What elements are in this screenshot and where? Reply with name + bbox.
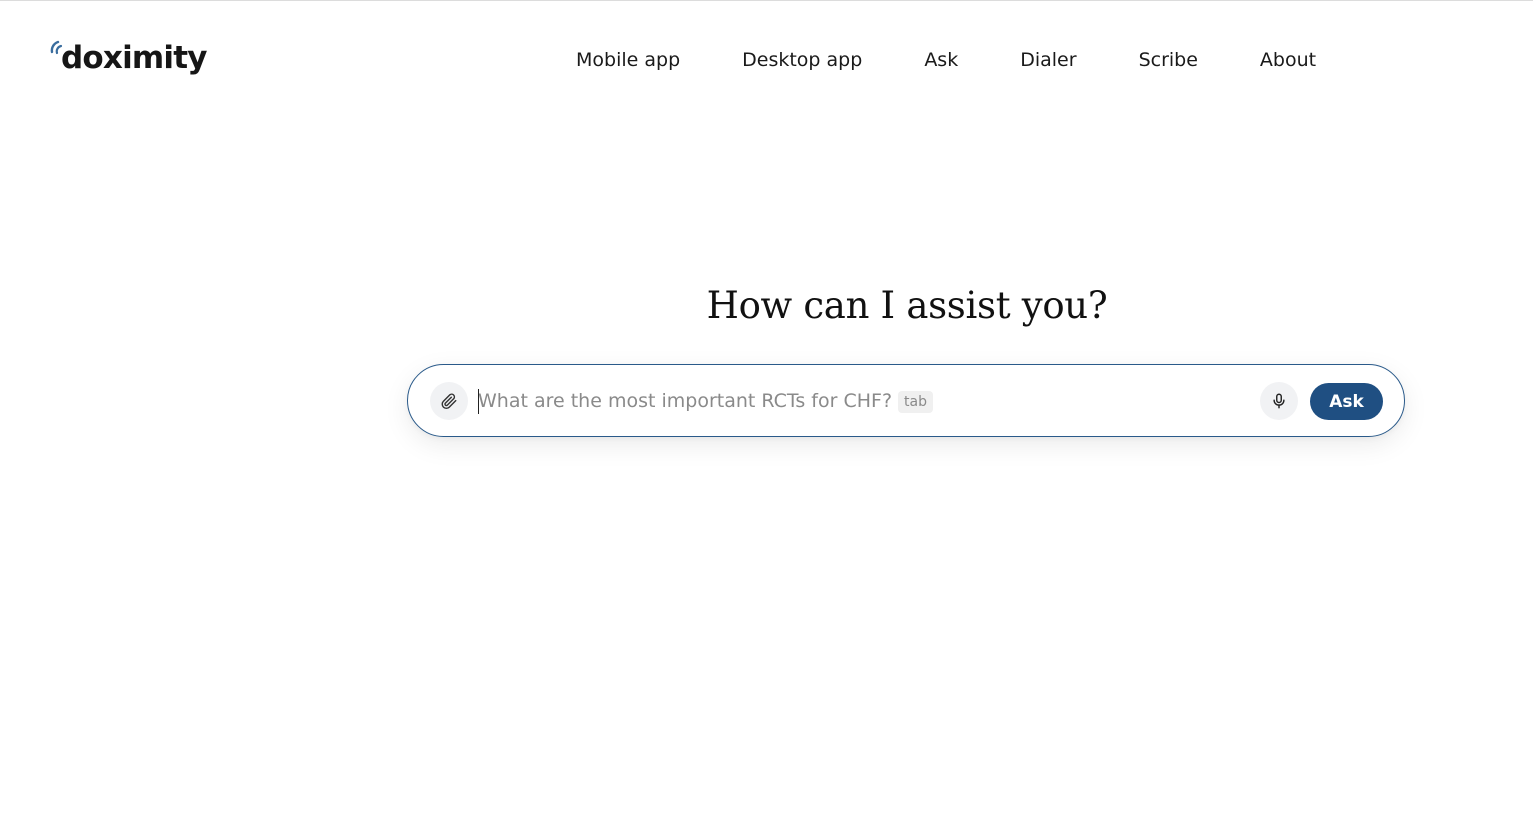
ask-input[interactable] [478,383,918,419]
voice-input-button[interactable] [1260,382,1298,420]
nav-item-about[interactable]: About [1260,46,1316,74]
nav-item-dialer[interactable]: Dialer [1020,46,1076,74]
nav-item-scribe[interactable]: Scribe [1139,46,1198,74]
microphone-icon [1273,393,1285,409]
ask-search-bar: tab Ask [407,364,1405,437]
ask-submit-button[interactable]: Ask [1310,383,1383,420]
page-heading: How can I assist you? [706,284,1108,327]
nav-item-mobile-app[interactable]: Mobile app [576,46,680,74]
text-caret [478,389,479,414]
paperclip-icon [441,393,457,409]
top-divider [0,0,1533,1]
doximity-logo[interactable]: doximity [50,36,207,80]
nav-item-ask[interactable]: Ask [924,46,958,74]
logo-wordmark: doximity [61,40,207,76]
nav-item-desktop-app[interactable]: Desktop app [742,46,862,74]
signal-arcs-icon [50,40,63,55]
attach-button[interactable] [430,382,468,420]
tab-key-hint: tab [898,391,933,413]
main-nav: Mobile app Desktop app Ask Dialer Scribe… [576,46,1316,74]
